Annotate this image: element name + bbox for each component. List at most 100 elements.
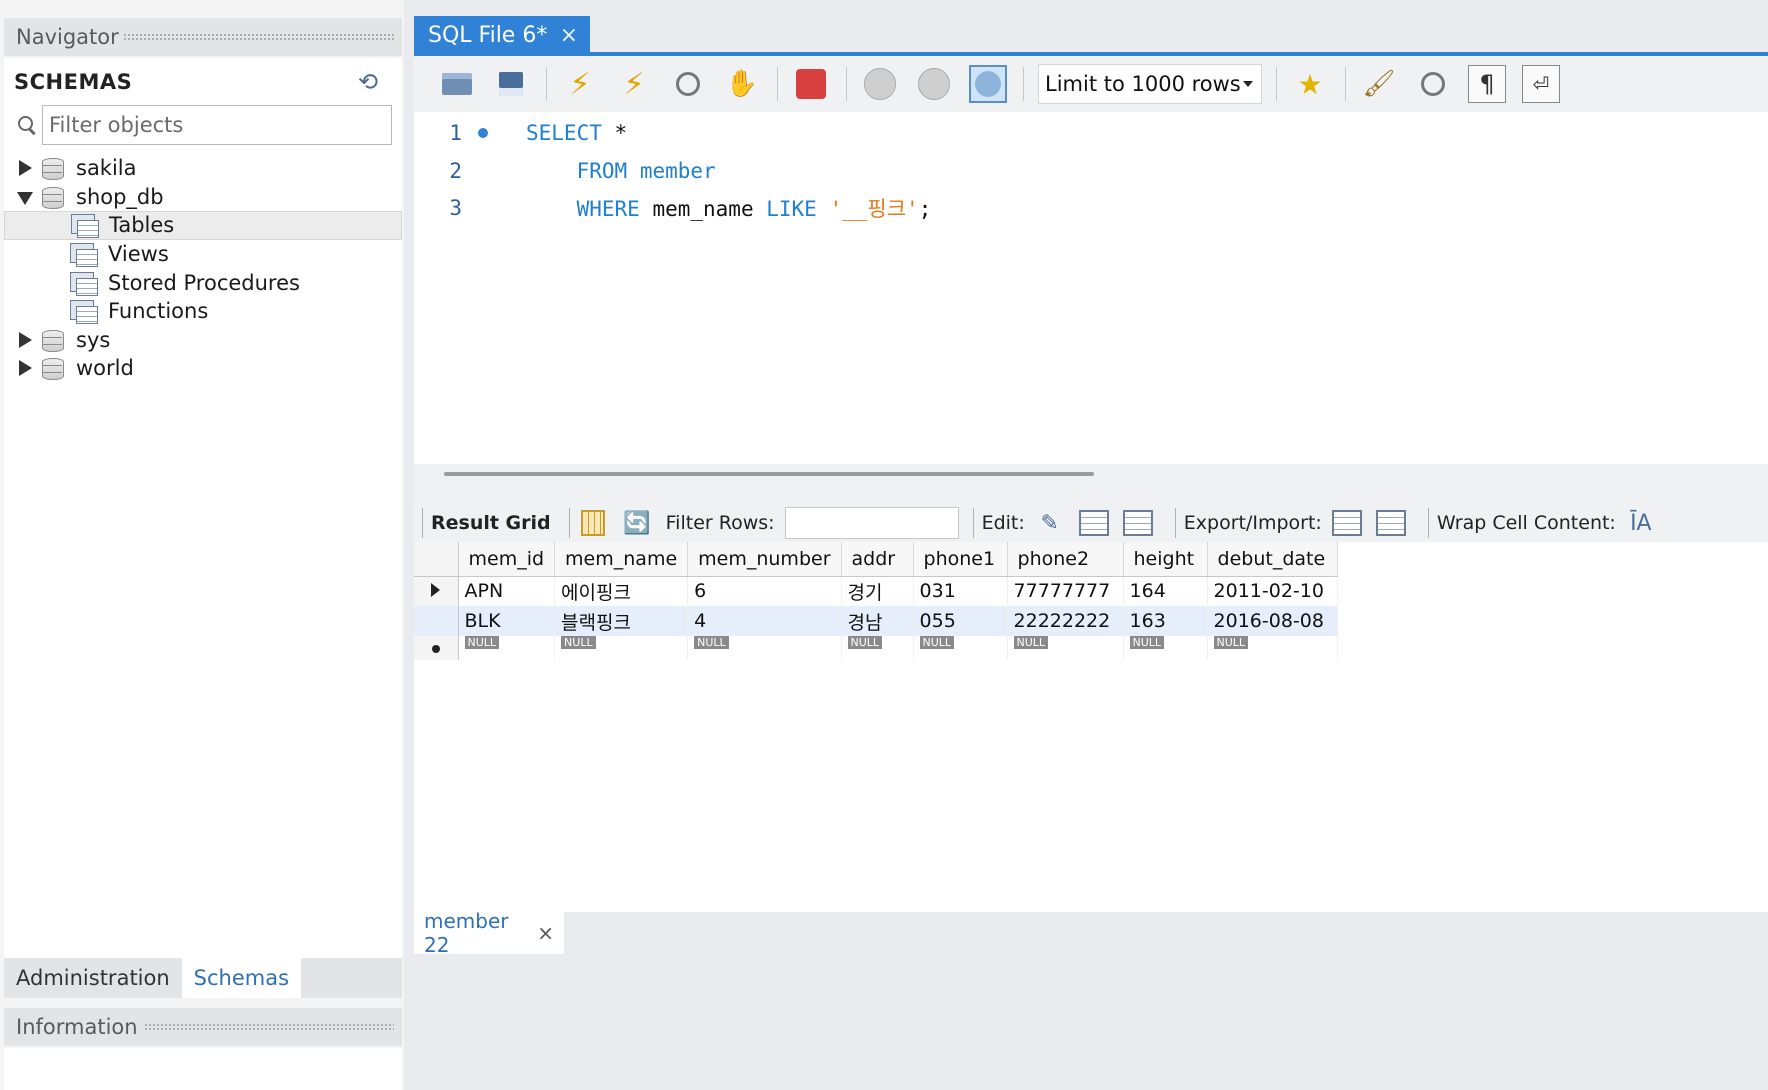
table-row[interactable]: APN 에이핑크 6 경기 031 77777777 164 2011-02-10 xyxy=(414,576,1338,606)
table-cell[interactable]: NULL xyxy=(841,636,914,660)
tree-item-tables[interactable]: Tables xyxy=(4,211,402,240)
table-cell[interactable]: 2011-02-10 xyxy=(1207,576,1338,606)
table-cell[interactable]: 4 xyxy=(687,606,842,636)
collapsed-arrow-icon[interactable] xyxy=(16,359,34,377)
tab-administration[interactable]: Administration xyxy=(4,958,182,998)
refresh-icon[interactable]: 🔄 xyxy=(622,509,652,537)
rollback-icon[interactable] xyxy=(915,65,953,103)
table-cell[interactable]: APN xyxy=(458,576,556,606)
word-wrap-icon[interactable]: ⏎ xyxy=(1522,65,1560,103)
filter-rows-label: Filter Rows: xyxy=(665,512,775,534)
row-gutter[interactable] xyxy=(414,606,459,636)
execute-current-icon[interactable]: ⚡ xyxy=(615,65,653,103)
beautify-icon[interactable]: 🖌 xyxy=(1360,65,1398,103)
collapsed-arrow-icon[interactable] xyxy=(16,331,34,349)
column-header-debut-date[interactable]: debut_date xyxy=(1207,542,1338,577)
code-line[interactable]: 2 FROM member xyxy=(414,156,715,186)
table-cell[interactable]: 77777777 xyxy=(1007,576,1124,606)
tree-item-shop-db[interactable]: shop_db xyxy=(4,183,402,212)
column-header-phone2[interactable]: phone2 xyxy=(1007,542,1124,577)
filter-rows-input[interactable] xyxy=(784,507,959,539)
table-cell[interactable]: NULL xyxy=(1007,636,1124,660)
table-cell[interactable]: 163 xyxy=(1123,606,1208,636)
table-row[interactable]: BLK 블랙핑크 4 경남 055 22222222 163 2016-08-08 xyxy=(414,606,1338,636)
filter-row xyxy=(12,104,396,146)
stop-icon[interactable]: ✋ xyxy=(723,65,761,103)
table-cell[interactable]: NULL xyxy=(687,636,842,660)
column-header-mem-id[interactable]: mem_id xyxy=(458,542,556,577)
open-file-icon[interactable] xyxy=(438,65,476,103)
commit-icon[interactable] xyxy=(861,65,899,103)
table-cell[interactable]: 에이핑크 xyxy=(554,576,689,606)
toolbar-separator xyxy=(846,67,847,101)
tree-item-world[interactable]: world xyxy=(4,354,402,383)
tab-sql-file[interactable]: SQL File 6* × xyxy=(414,16,590,54)
new-row[interactable]: NULL NULL NULL NULL NULL NULL NULL NULL xyxy=(414,636,1338,660)
delete-row-icon[interactable] xyxy=(1123,509,1153,537)
sql-editor[interactable]: 1 SELECT * 2 FROM member 3 WHERE mem_name L… xyxy=(414,112,1768,464)
database-icon xyxy=(42,156,64,181)
stop-on-error-icon[interactable] xyxy=(792,65,830,103)
export-icon[interactable] xyxy=(1332,509,1362,537)
table-cell[interactable]: 2016-08-08 xyxy=(1207,606,1338,636)
close-icon[interactable]: × xyxy=(560,23,578,48)
table-cell[interactable]: NULL xyxy=(1123,636,1208,660)
result-grid: mem_id mem_name mem_number addr phone1 phone2… xyxy=(414,542,1768,912)
tree-item-sys[interactable]: sys xyxy=(4,326,402,355)
column-header-phone1[interactable]: phone1 xyxy=(913,542,1008,577)
table-cell[interactable]: 6 xyxy=(687,576,842,606)
tree-item-sakila[interactable]: sakila xyxy=(4,154,402,183)
result-grid-label[interactable]: Result Grid xyxy=(431,512,551,534)
insert-row-icon[interactable] xyxy=(1079,509,1109,537)
table-cell[interactable]: NULL xyxy=(554,636,689,660)
save-icon[interactable] xyxy=(492,65,530,103)
explain-icon[interactable] xyxy=(669,65,707,103)
database-icon xyxy=(42,185,64,209)
filter-objects-input[interactable] xyxy=(42,105,392,145)
collapsed-arrow-icon[interactable] xyxy=(16,159,34,177)
table-cell[interactable]: 055 xyxy=(913,606,1008,636)
tab-schemas[interactable]: Schemas xyxy=(181,958,302,998)
panel-splitter[interactable] xyxy=(414,464,1768,504)
code-text: SELECT * xyxy=(526,121,627,145)
code-line[interactable]: 1 SELECT * xyxy=(414,118,627,148)
autocommit-icon[interactable] xyxy=(969,65,1007,103)
tree-item-views[interactable]: Views xyxy=(4,240,402,269)
edit-row-icon[interactable]: ✎ xyxy=(1035,509,1065,537)
table-cell[interactable]: 블랙핑크 xyxy=(554,606,689,636)
wrap-cell-icon[interactable]: ĪA xyxy=(1626,509,1656,537)
column-header-mem-number[interactable]: mem_number xyxy=(687,542,842,577)
column-header-addr[interactable]: addr xyxy=(841,542,914,577)
table-cell[interactable]: 22222222 xyxy=(1007,606,1124,636)
invisible-chars-icon[interactable]: ¶ xyxy=(1468,65,1506,103)
column-header-height[interactable]: height xyxy=(1123,542,1208,577)
find-icon[interactable] xyxy=(1414,65,1452,103)
row-gutter[interactable] xyxy=(414,636,459,660)
limit-rows-select[interactable]: Limit to 1000 rows xyxy=(1038,64,1262,104)
table-cell[interactable]: 164 xyxy=(1123,576,1208,606)
tree-item-stored-procedures[interactable]: Stored Procedures xyxy=(4,268,402,297)
add-snippet-icon[interactable]: ★ xyxy=(1291,65,1329,103)
editor-area: SQL File 6* × ⚡ ⚡ ✋ Limit to 1000 rows ★… xyxy=(414,0,1768,1090)
tab-member-result[interactable]: member 22 × xyxy=(414,909,564,957)
table-cell[interactable]: 경남 xyxy=(841,606,914,636)
table-cell[interactable]: NULL xyxy=(1207,636,1338,660)
table-cell[interactable]: NULL xyxy=(913,636,1008,660)
code-line[interactable]: 3 WHERE mem_name LIKE '__핑크'; xyxy=(414,193,931,223)
output-panel xyxy=(414,958,1768,1090)
horizontal-scrollbar[interactable] xyxy=(444,472,1094,476)
table-cell[interactable]: NULL xyxy=(458,636,556,660)
close-icon[interactable]: × xyxy=(537,921,554,945)
column-grid-icon[interactable] xyxy=(578,509,608,537)
null-badge: NULL xyxy=(694,636,729,649)
table-cell[interactable]: 경기 xyxy=(841,576,914,606)
execute-icon[interactable]: ⚡ xyxy=(561,65,599,103)
column-header-mem-name[interactable]: mem_name xyxy=(554,542,689,577)
expanded-arrow-icon[interactable] xyxy=(16,188,34,206)
table-cell[interactable]: 031 xyxy=(913,576,1008,606)
refresh-icon[interactable]: ⟲ xyxy=(354,68,382,96)
table-cell[interactable]: BLK xyxy=(458,606,556,636)
import-icon[interactable] xyxy=(1376,509,1406,537)
tree-item-functions[interactable]: Functions xyxy=(4,297,402,326)
row-gutter[interactable] xyxy=(414,576,459,606)
